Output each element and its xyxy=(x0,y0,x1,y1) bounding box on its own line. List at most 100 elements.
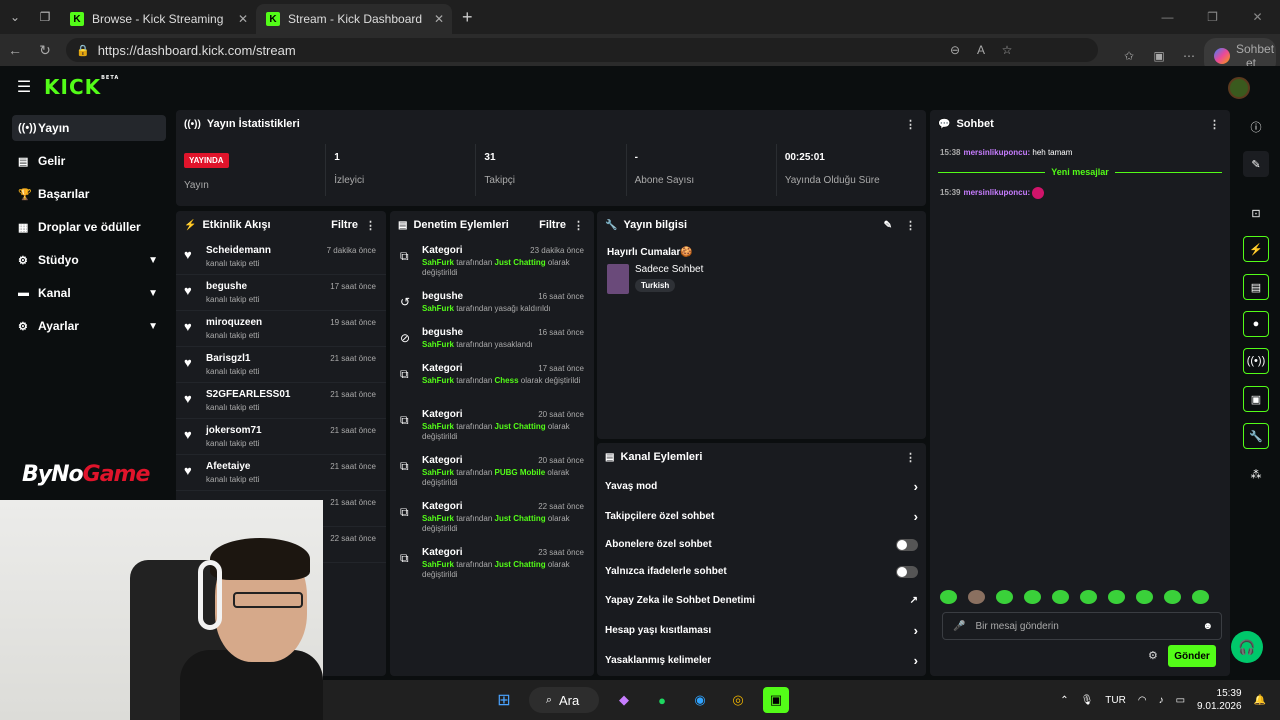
lightning-icon[interactable]: ⚡ xyxy=(1243,236,1269,262)
clipboard-icon: ▤ xyxy=(398,219,408,231)
wifi-icon[interactable]: ◠ xyxy=(1138,695,1147,706)
close-tab-icon[interactable]: ✕ xyxy=(434,12,444,26)
sidebar-item-basarilar[interactable]: 🏆 Başarılar xyxy=(12,181,166,207)
emote-icon[interactable] xyxy=(1052,590,1069,604)
more-options-icon[interactable]: ⋮ xyxy=(905,118,916,131)
site-info-icon[interactable]: 🔒 xyxy=(76,44,90,57)
favorite-star-icon[interactable]: ☆ xyxy=(994,43,1020,57)
edit-icon[interactable]: ✎ xyxy=(884,220,892,231)
emote-icon[interactable] xyxy=(996,590,1013,604)
sidebar-item-droplar[interactable]: ▦ Droplar ve ödüller xyxy=(12,214,166,240)
microphone-icon[interactable]: 🎙 xyxy=(1081,695,1094,706)
broadcast-icon[interactable]: ((•)) xyxy=(1243,348,1269,374)
emotes-only-row: Yalnızca ifadelerle sohbet xyxy=(597,558,926,585)
category-name: Sadece Sohbet xyxy=(635,264,704,275)
tab-actions-icon[interactable]: ⌄ xyxy=(0,0,30,34)
clipboard-icon[interactable]: ▤ xyxy=(1243,274,1269,300)
help-chat-button[interactable]: 🎧 xyxy=(1231,631,1263,663)
kick-logo[interactable]: KICKBETA xyxy=(44,75,119,99)
taskbar-search[interactable]: ⌕ Ara xyxy=(529,687,599,713)
account-age-row[interactable]: Hesap yaşı kısıtlaması › xyxy=(597,615,926,645)
banned-words-row[interactable]: Yasaklanmış kelimeler › xyxy=(597,645,926,675)
back-icon[interactable]: ← xyxy=(0,42,30,58)
moderation-panel: ▤ Denetim Eylemleri Filtre ⋮ ⧉ Kategori Sa… xyxy=(390,211,594,676)
minimize-icon[interactable]: — xyxy=(1145,0,1190,34)
ai-moderation-row[interactable]: Yapay Zeka ile Sohbet Denetimi ↗ xyxy=(597,585,926,615)
unban-icon: ↺ xyxy=(400,295,411,309)
start-icon[interactable]: ⊞ xyxy=(491,687,517,713)
emote-icon[interactable] xyxy=(940,590,957,604)
vpn-icon[interactable]: ▣ xyxy=(1144,49,1174,63)
browser-tab-dashboard[interactable]: K Stream - Kick Dashboard ✕ xyxy=(256,4,452,34)
emote-icon[interactable] xyxy=(968,590,985,604)
browser-tab-browse[interactable]: K Browse - Kick Streaming ✕ xyxy=(60,4,256,34)
category-icon: ⧉ xyxy=(400,367,409,381)
sidebar-item-yayin[interactable]: ((•)) Yayın xyxy=(12,115,166,141)
chrome-icon[interactable]: ◎ xyxy=(725,687,751,713)
screenshot-icon[interactable]: ⊡ xyxy=(1243,200,1269,226)
edit-icon[interactable]: ✎ xyxy=(1243,151,1269,177)
avatar[interactable] xyxy=(1228,77,1250,99)
close-window-icon[interactable]: ✕ xyxy=(1235,0,1280,34)
notification-bell-icon[interactable]: 🔔 xyxy=(1254,695,1266,706)
new-tab-icon[interactable]: + xyxy=(462,7,473,28)
edge-icon[interactable]: ◉ xyxy=(687,687,713,713)
language-indicator[interactable]: TUR xyxy=(1105,695,1126,706)
emoji-icon[interactable]: ☻ xyxy=(1202,621,1213,632)
chat-icon[interactable]: ● xyxy=(1243,311,1269,337)
chevron-down-icon: ▼ xyxy=(148,320,158,332)
more-options-icon[interactable]: ⋮ xyxy=(1209,118,1220,131)
stat-uptime: 00:25:01 Yayında Olduğu Süre xyxy=(784,152,880,186)
chevron-up-icon[interactable]: ⌃ xyxy=(1060,695,1068,706)
more-options-icon[interactable]: ⋮ xyxy=(573,219,584,232)
list-item: ⧉ Kategori SahFurk tarafından Just Chattin… xyxy=(390,541,594,587)
copilot-app-icon[interactable]: ◆ xyxy=(611,687,637,713)
menu-icon[interactable]: ☰ xyxy=(4,77,44,97)
followers-only-row[interactable]: Takipçilere özel sohbet › xyxy=(597,501,926,531)
workspaces-icon[interactable]: ❐ xyxy=(30,0,60,34)
filter-button[interactable]: Filtre xyxy=(331,219,358,231)
sidebar-item-gelir[interactable]: ▤ Gelir xyxy=(12,148,166,174)
channel-icon[interactable]: ▣ xyxy=(1243,386,1269,412)
kick-app-icon[interactable]: ▣ xyxy=(763,687,789,713)
more-options-icon[interactable]: ⋮ xyxy=(365,219,376,232)
volume-icon[interactable]: ♪ xyxy=(1159,695,1164,706)
sidebar-item-studyo[interactable]: ⚙ Stüdyo ▼ xyxy=(12,247,166,273)
wrench-icon[interactable]: 🔧 xyxy=(1243,423,1269,449)
chat-input[interactable]: 🎤 Bir mesaj gönderin ☻ xyxy=(942,612,1222,640)
read-aloud-icon[interactable]: A xyxy=(968,43,994,57)
emote-icon[interactable] xyxy=(1108,590,1125,604)
info-icon[interactable]: ⓘ xyxy=(1243,114,1269,140)
category-icon: ⧉ xyxy=(400,249,409,263)
heart-icon: ♥ xyxy=(184,247,192,262)
widgets-icon[interactable]: ⁂ xyxy=(1243,461,1269,487)
emotes-only-toggle[interactable] xyxy=(896,565,918,578)
sidebar-item-ayarlar[interactable]: ⚙ Ayarlar ▼ xyxy=(12,313,166,339)
emote-icon[interactable] xyxy=(1164,590,1181,604)
microphone-icon[interactable]: 🎤 xyxy=(953,621,965,632)
zoom-icon[interactable]: ⊖ xyxy=(942,43,968,57)
battery-icon[interactable]: ▭ xyxy=(1176,695,1185,706)
favorites-icon[interactable]: ✩ xyxy=(1114,49,1144,63)
spotify-icon[interactable]: ● xyxy=(649,687,675,713)
refresh-icon[interactable]: ↻ xyxy=(30,42,60,59)
gear-icon: ⚙ xyxy=(18,254,28,267)
close-tab-icon[interactable]: ✕ xyxy=(238,12,248,26)
chat-message: 15:39 mersinlikuponcu: xyxy=(930,187,1230,199)
subscribers-only-toggle[interactable] xyxy=(896,538,918,551)
slow-mode-row[interactable]: Yavaş mod › xyxy=(597,471,926,501)
emote-icon[interactable] xyxy=(1080,590,1097,604)
emote-icon[interactable] xyxy=(1024,590,1041,604)
more-options-icon[interactable]: ⋮ xyxy=(905,219,916,232)
maximize-icon[interactable]: ❐ xyxy=(1190,0,1235,34)
emote-icon[interactable] xyxy=(1136,590,1153,604)
list-item: ♥ begushe kanalı takip etti 17 saat önce xyxy=(176,275,386,311)
chat-settings-icon[interactable]: ⚙ xyxy=(1148,649,1158,662)
filter-button[interactable]: Filtre xyxy=(539,219,566,231)
send-button[interactable]: Gönder xyxy=(1168,645,1216,667)
more-options-icon[interactable]: ⋮ xyxy=(905,451,916,464)
emote-icon[interactable] xyxy=(1192,590,1209,604)
clock[interactable]: 15:39 9.01.2026 xyxy=(1197,687,1242,713)
more-icon[interactable]: ⋯ xyxy=(1174,49,1204,63)
sidebar-item-kanal[interactable]: ▬ Kanal ▼ xyxy=(12,280,166,306)
